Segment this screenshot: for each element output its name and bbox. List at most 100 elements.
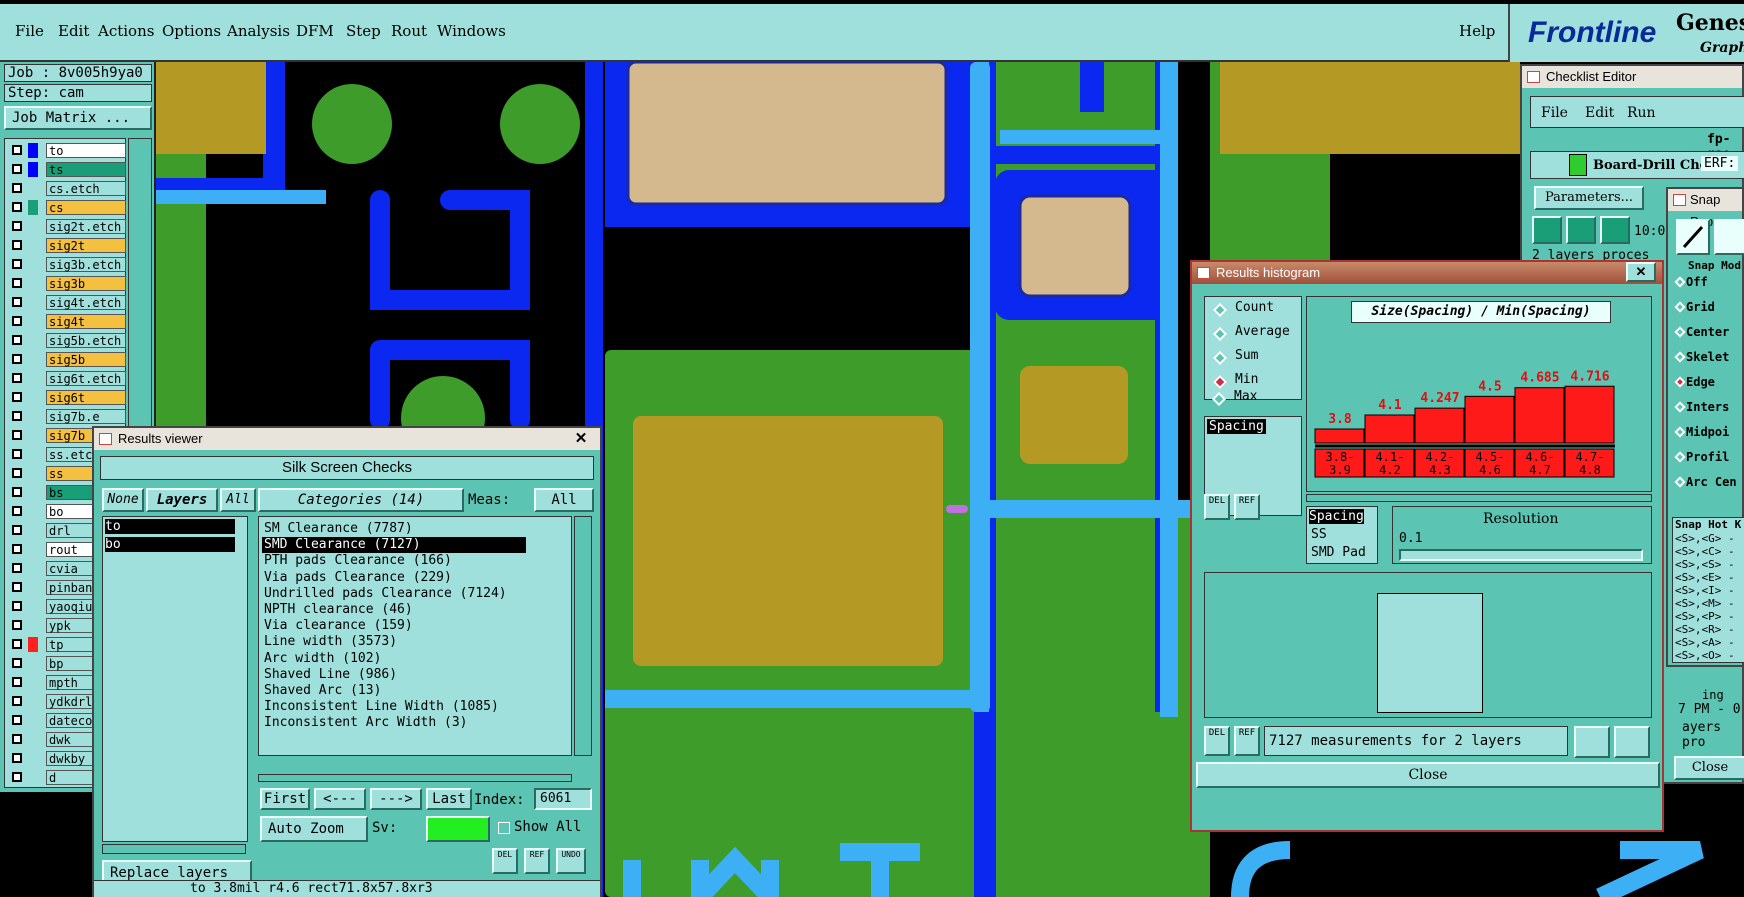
layer-row[interactable]: sig5b <box>8 352 126 368</box>
category-item[interactable]: Inconsistent Line Width (1085) <box>262 699 499 715</box>
layer-row[interactable]: to <box>8 143 126 159</box>
layer-list-hscroll[interactable] <box>102 844 246 854</box>
layer-checkbox[interactable] <box>12 772 22 782</box>
checklist-menu-file[interactable]: File <box>1541 105 1568 121</box>
histogram-bar[interactable] <box>1464 395 1515 444</box>
del-button[interactable]: DEL <box>1204 494 1230 520</box>
none-button[interactable]: None <box>102 488 144 512</box>
layer-name[interactable]: sig6t <box>46 390 126 405</box>
histogram-bar[interactable] <box>1414 407 1465 444</box>
last-button[interactable]: Last <box>426 788 472 810</box>
run-selected-icon[interactable] <box>1566 216 1596 244</box>
layer-checkbox[interactable] <box>12 449 22 459</box>
menu-help[interactable]: Help <box>1459 22 1495 40</box>
auto-zoom-dropdown[interactable]: Auto Zoom <box>260 816 368 842</box>
checklist-row[interactable]: Board-Drill Che ERF: <box>1530 151 1744 179</box>
run-icon[interactable] <box>1532 216 1562 244</box>
layer-row[interactable]: sig6t.etch <box>8 371 126 387</box>
menu-actions[interactable]: Actions <box>98 22 154 40</box>
layer-checkbox[interactable] <box>12 164 22 174</box>
categories-button[interactable]: Categories (14) <box>258 488 464 512</box>
layer-checkbox[interactable] <box>12 183 22 193</box>
layer-checkbox[interactable] <box>12 430 22 440</box>
category-item[interactable]: Inconsistent Arc Width (3) <box>262 715 468 731</box>
layer-checkbox[interactable] <box>12 525 22 535</box>
snap-radio[interactable] <box>1674 401 1686 413</box>
layer-checkbox[interactable] <box>12 316 22 326</box>
snap-line-icon[interactable] <box>1676 219 1710 255</box>
layer-checkbox[interactable] <box>12 221 22 231</box>
histogram-hscroll[interactable] <box>1306 494 1652 502</box>
menu-analysis[interactable]: Analysis <box>227 22 290 40</box>
sub-list-item-ss[interactable]: SS <box>1311 527 1327 542</box>
layer-row[interactable]: ts <box>8 162 126 178</box>
snap-radio[interactable] <box>1674 351 1686 363</box>
layer-result-item[interactable]: bo <box>105 537 235 552</box>
layer-checkbox[interactable] <box>12 715 22 725</box>
ref-button-2[interactable]: REF <box>1234 726 1260 756</box>
menu-step[interactable]: Step <box>346 22 381 40</box>
layer-name[interactable]: sig2t <box>46 238 126 253</box>
layer-row[interactable]: sig4t <box>8 314 126 330</box>
layer-row[interactable]: sig4t.etch <box>8 295 126 311</box>
layer-name[interactable]: sig3b <box>46 276 126 291</box>
snap-mode-item[interactable]: Center <box>1674 325 1729 339</box>
snap-radio[interactable] <box>1674 276 1686 288</box>
histogram-bar[interactable] <box>1314 428 1365 444</box>
show-all-checkbox[interactable] <box>498 822 510 834</box>
layer-checkbox[interactable] <box>12 145 22 155</box>
layers-button[interactable]: Layers <box>146 488 218 512</box>
rv-ref-button[interactable]: REF <box>524 848 550 874</box>
snap-radio[interactable] <box>1674 301 1686 313</box>
layer-checkbox[interactable] <box>12 677 22 687</box>
layer-name[interactable]: sig5b.etch <box>46 333 126 348</box>
layer-name[interactable]: sig2t.etch <box>46 219 126 234</box>
job-matrix-button[interactable]: Job Matrix ... <box>4 106 152 130</box>
radio-min[interactable] <box>1212 374 1228 390</box>
layer-checkbox[interactable] <box>12 411 22 421</box>
menu-dfm[interactable]: DFM <box>296 22 334 40</box>
snap-radio[interactable] <box>1674 326 1686 338</box>
category-item[interactable]: Shaved Line (986) <box>262 667 397 683</box>
radio-max[interactable] <box>1211 391 1227 407</box>
snap-radio[interactable] <box>1674 376 1686 388</box>
layer-checkbox[interactable] <box>12 658 22 668</box>
category-item[interactable]: NPTH clearance (46) <box>262 602 413 618</box>
layer-name[interactable]: sig3b.etch <box>46 257 126 272</box>
layer-checkbox[interactable] <box>12 259 22 269</box>
checklist-menu-edit[interactable]: Edit <box>1585 105 1614 121</box>
resolution-slider[interactable] <box>1399 549 1643 561</box>
layer-checkbox[interactable] <box>12 734 22 744</box>
snap-radio[interactable] <box>1674 451 1686 463</box>
run-all-icon[interactable] <box>1600 216 1630 244</box>
layer-row[interactable]: sig3b <box>8 276 126 292</box>
layer-row[interactable]: cs <box>8 200 126 216</box>
category-item[interactable]: Arc width (102) <box>262 651 381 667</box>
snap-radio[interactable] <box>1674 426 1686 438</box>
layer-name[interactable]: sig4t <box>46 314 126 329</box>
layer-row[interactable]: sig5b.etch <box>8 333 126 349</box>
category-item[interactable]: PTH pads Clearance (166) <box>262 553 452 569</box>
layer-checkbox[interactable] <box>12 468 22 478</box>
layer-checkbox[interactable] <box>12 373 22 383</box>
snap-mode-item[interactable]: Off <box>1674 275 1708 289</box>
export-icon[interactable] <box>1574 726 1610 758</box>
all-button[interactable]: All <box>220 488 256 512</box>
layer-name[interactable]: cs <box>46 200 126 215</box>
layer-checkbox[interactable] <box>12 202 22 212</box>
checklist-menu-run[interactable]: Run <box>1627 105 1656 121</box>
category-vscroll[interactable] <box>574 516 592 756</box>
layer-name[interactable]: sig7b.e <box>46 409 126 424</box>
results-viewer-close-x[interactable]: ✕ <box>566 430 596 447</box>
meas-dropdown[interactable]: All <box>534 488 594 512</box>
layer-name[interactable]: to <box>46 143 126 158</box>
snap-mode-item[interactable]: Inters <box>1674 400 1729 414</box>
layer-name[interactable]: sig6t.etch <box>46 371 126 386</box>
layer-row[interactable]: sig6t <box>8 390 126 406</box>
layer-checkbox[interactable] <box>12 392 22 402</box>
menu-rout[interactable]: Rout <box>391 22 427 40</box>
prev-button[interactable]: <--- <box>314 788 366 810</box>
snap-mode-item[interactable]: Midpoi <box>1674 425 1729 439</box>
category-item[interactable]: Via clearance (159) <box>262 618 413 634</box>
layer-checkbox[interactable] <box>12 506 22 516</box>
